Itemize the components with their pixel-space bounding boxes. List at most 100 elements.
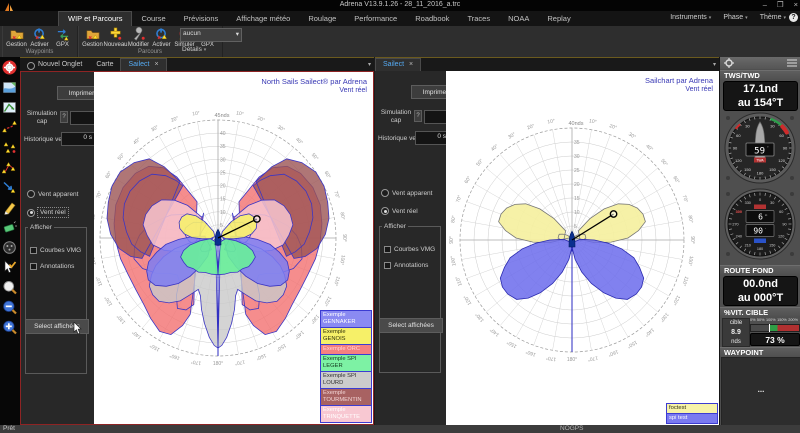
menu-tab-course[interactable]: Course (132, 11, 174, 26)
menu-tab-pr-visions[interactable]: Prévisions (175, 11, 228, 26)
close-button[interactable]: × (794, 0, 798, 9)
svg-text:140°: 140° (131, 329, 143, 340)
simulation-cap-input[interactable] (70, 111, 96, 125)
chevron-down-icon[interactable]: ▾ (368, 61, 371, 68)
waypoint-arrow-tool[interactable] (2, 180, 18, 196)
percent-value: 73 % (750, 333, 800, 346)
legend-item[interactable]: spi test (666, 413, 718, 424)
panel-menu-icon[interactable] (787, 59, 797, 67)
target-tool[interactable] (2, 240, 18, 256)
menu-tab-traces[interactable]: Traces (458, 11, 499, 26)
historique-vent-input[interactable]: 0 s (61, 132, 95, 146)
menu-tab-roadbook[interactable]: Roadbook (406, 11, 458, 26)
select-affichees-button[interactable]: Select affichées (379, 318, 443, 333)
svg-text:20°: 20° (170, 115, 179, 123)
left-chart-area[interactable]: 10°10°20°20°30°30°40°40°50°50°60°60°70°7… (94, 72, 373, 424)
menu-tab-noaa[interactable]: NOAA (499, 11, 538, 26)
close-icon[interactable]: × (155, 61, 159, 68)
menu-tab-affichage-m-t-o[interactable]: Affichage météo (227, 11, 299, 26)
waypoint-path-tool[interactable] (2, 160, 18, 176)
zoom-out-tool[interactable] (2, 300, 18, 316)
map-tool[interactable] (2, 80, 18, 96)
legend-item[interactable]: Exemple SPI LOURD (320, 371, 372, 389)
menu-right-thème[interactable]: Thème▾ (760, 14, 786, 21)
courbes-vmg-checkbox[interactable]: Courbes VMG (384, 246, 435, 253)
legend-item[interactable]: Exemple GENNAKER (320, 310, 372, 328)
simulation-help-button[interactable]: ? (60, 111, 68, 123)
lifebuoy-tool[interactable] (2, 60, 18, 76)
route-tool[interactable] (2, 120, 18, 136)
vent-apparent-radio[interactable]: Vent apparent (27, 190, 78, 198)
legend-item[interactable]: Exemple TRINQUETTE (320, 405, 372, 423)
status-ready: Prêt (3, 425, 15, 432)
menu-tab-wip-et-parcours[interactable]: WIP et Parcours (58, 11, 132, 26)
menu-right-instruments[interactable]: Instruments▾ (670, 14, 711, 21)
svg-text:90: 90 (733, 145, 738, 150)
historique-vent-input[interactable]: 0 s (415, 131, 449, 145)
simulation-help-button[interactable]: ? (414, 110, 422, 122)
ribbon-button-gestion[interactable]: Gestion (6, 26, 27, 48)
legend-item[interactable]: Exemple GENOIS (320, 327, 372, 345)
svg-text:10: 10 (220, 210, 226, 216)
svg-text:20: 20 (220, 184, 226, 190)
ribbon-button-gestion[interactable]: Gestion (82, 26, 103, 48)
legend-item[interactable]: Exemple SPI LEGER (320, 354, 372, 372)
waypoints-tool[interactable] (2, 140, 18, 156)
wind-arrow-handle[interactable] (254, 216, 260, 222)
details-dropdown[interactable]: Détails ▾ (180, 46, 242, 53)
right-chart-area[interactable]: 10°10°20°20°30°30°40°40°50°50°60°60°70°7… (446, 71, 719, 425)
route-dropdown[interactable]: aucun▾ (180, 28, 242, 42)
ribbon-button-modifier[interactable]: Modifier (128, 26, 149, 48)
tws-twd-display: 17.1nd au 154°T (723, 81, 798, 111)
chart-map-icon (2, 100, 17, 115)
zoom-in-tool[interactable] (2, 320, 18, 336)
lifebuoy-icon (2, 60, 17, 75)
vent-reel-radio[interactable]: Vent réel (381, 207, 418, 215)
svg-text:160°: 160° (255, 352, 267, 361)
close-icon[interactable]: × (409, 61, 413, 68)
vent-reel-radio[interactable]: Vent réel (27, 208, 68, 217)
mouse-cursor (73, 322, 83, 340)
chevron-down-icon[interactable]: ▾ (713, 61, 716, 68)
pencil-tool[interactable] (2, 200, 18, 216)
menu-tab-roulage[interactable]: Roulage (299, 11, 345, 26)
ribbon-button-nouveau[interactable]: Nouveau (105, 26, 126, 48)
eraser-icon (2, 220, 17, 235)
gear-icon[interactable] (724, 58, 734, 68)
eraser-tool[interactable] (2, 220, 18, 236)
ribbon-button-activer[interactable]: Activer (151, 26, 172, 48)
courbes-vmg-checkbox[interactable]: Courbes VMG (30, 247, 81, 254)
svg-text:140°: 140° (293, 329, 305, 340)
chart-map-tool[interactable] (2, 100, 18, 116)
help-icon[interactable]: ? (789, 13, 798, 22)
ribbon-button-gpx[interactable]: GPX (52, 26, 73, 48)
svg-text:20°: 20° (526, 123, 535, 131)
svg-text:100°: 100° (686, 255, 694, 266)
wrench-icon (132, 27, 146, 41)
chevron-down-icon: ▾ (236, 30, 239, 40)
svg-text:180°: 180° (567, 357, 577, 363)
menu-right-phase[interactable]: Phase▾ (723, 14, 747, 21)
minimize-button[interactable]: – (763, 0, 767, 9)
menu-tab-performance[interactable]: Performance (345, 11, 406, 26)
radio-icon (27, 190, 35, 198)
vent-apparent-radio[interactable]: Vent apparent (381, 189, 432, 197)
annotations-checkbox[interactable]: Annotations (30, 263, 74, 270)
tab-sailect-left[interactable]: Sailect × (120, 58, 166, 72)
svg-text:210: 210 (745, 244, 751, 248)
svg-text:90: 90 (783, 145, 788, 150)
tab-sailect-right[interactable]: Sailect × (375, 58, 421, 72)
checkbox-icon (30, 247, 37, 254)
vit-cible-label: %VIT. CIBLE (720, 307, 800, 318)
wind-arrow-handle[interactable] (610, 211, 616, 217)
ribbon-button-activer[interactable]: Activer (29, 26, 50, 48)
tab-carte[interactable]: Carte (89, 58, 120, 72)
legend-item[interactable]: Exemple TOURMENTIN (320, 388, 372, 406)
svg-text:140°: 140° (643, 326, 655, 337)
magnifier-tool[interactable] (2, 280, 18, 296)
menu-tab-replay[interactable]: Replay (538, 11, 579, 26)
annotations-checkbox[interactable]: Annotations (384, 262, 428, 269)
tab-nouvel-onglet[interactable]: Nouvel Onglet (20, 58, 89, 72)
select-check-tool[interactable] (2, 260, 18, 276)
maximize-button[interactable]: ❐ (777, 0, 784, 9)
